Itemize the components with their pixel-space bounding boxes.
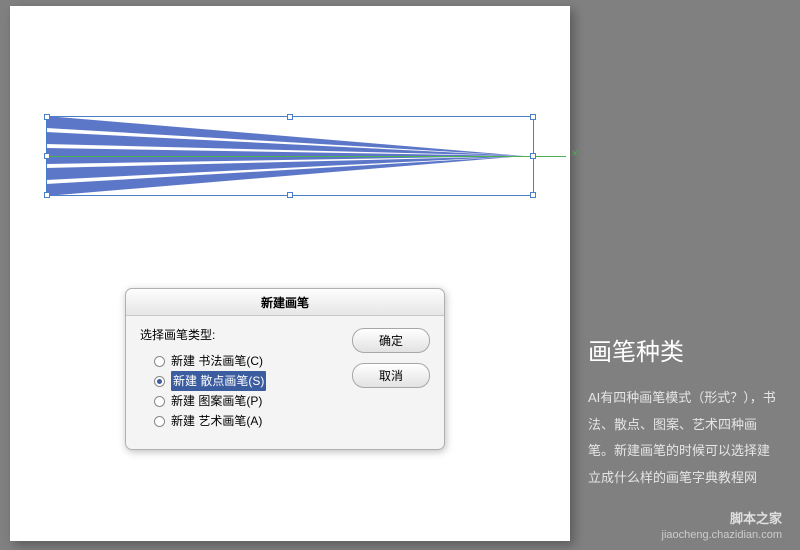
selection-bounds[interactable]	[46, 116, 534, 196]
resize-handle-tl[interactable]	[44, 114, 50, 120]
side-annotation: 画笔种类 AI有四种画笔模式（形式？），书法、散点、图案、艺术四种画笔。新建画笔…	[588, 332, 780, 492]
resize-handle-bm[interactable]	[287, 192, 293, 198]
resize-handle-ml[interactable]	[44, 153, 50, 159]
resize-handle-br[interactable]	[530, 192, 536, 198]
watermark: 脚本之家 jiaocheng.chazidian.com	[662, 511, 782, 542]
option-label: 新建 书法画笔(C)	[171, 351, 263, 371]
annotation-title: 画笔种类	[588, 332, 780, 367]
resize-handle-tr[interactable]	[530, 114, 536, 120]
radio-icon	[154, 416, 165, 427]
resize-handle-mr[interactable]	[530, 153, 536, 159]
option-art-brush[interactable]: 新建 艺术画笔(A)	[154, 411, 352, 431]
annotation-body: AI有四种画笔模式（形式？），书法、散点、图案、艺术四种画笔。新建画笔的时候可以…	[588, 385, 780, 492]
radio-icon	[154, 376, 165, 387]
new-brush-dialog: 新建画笔 选择画笔类型: 新建 书法画笔(C) 新建 散点画笔(S) 新建 图案…	[125, 288, 445, 450]
dialog-title: 新建画笔	[126, 289, 444, 316]
option-label: 新建 散点画笔(S)	[171, 371, 266, 391]
brush-type-options: 新建 书法画笔(C) 新建 散点画笔(S) 新建 图案画笔(P) 新建 艺术画笔…	[140, 351, 352, 431]
option-label: 新建 艺术画笔(A)	[171, 411, 262, 431]
watermark-line1: 脚本之家	[662, 511, 782, 528]
cancel-button[interactable]: 取消	[352, 363, 430, 388]
radio-icon	[154, 396, 165, 407]
ok-button[interactable]: 确定	[352, 328, 430, 353]
option-label: 新建 图案画笔(P)	[171, 391, 262, 411]
artboard[interactable]: 新建画笔 选择画笔类型: 新建 书法画笔(C) 新建 散点画笔(S) 新建 图案…	[10, 6, 570, 541]
option-pattern-brush[interactable]: 新建 图案画笔(P)	[154, 391, 352, 411]
resize-handle-bl[interactable]	[44, 192, 50, 198]
dialog-prompt: 选择画笔类型:	[140, 326, 352, 343]
option-scatter-brush[interactable]: 新建 散点画笔(S)	[154, 371, 352, 391]
watermark-line2: jiaocheng.chazidian.com	[662, 528, 782, 542]
radio-icon	[154, 356, 165, 367]
option-calligraphy-brush[interactable]: 新建 书法画笔(C)	[154, 351, 352, 371]
resize-handle-tm[interactable]	[287, 114, 293, 120]
